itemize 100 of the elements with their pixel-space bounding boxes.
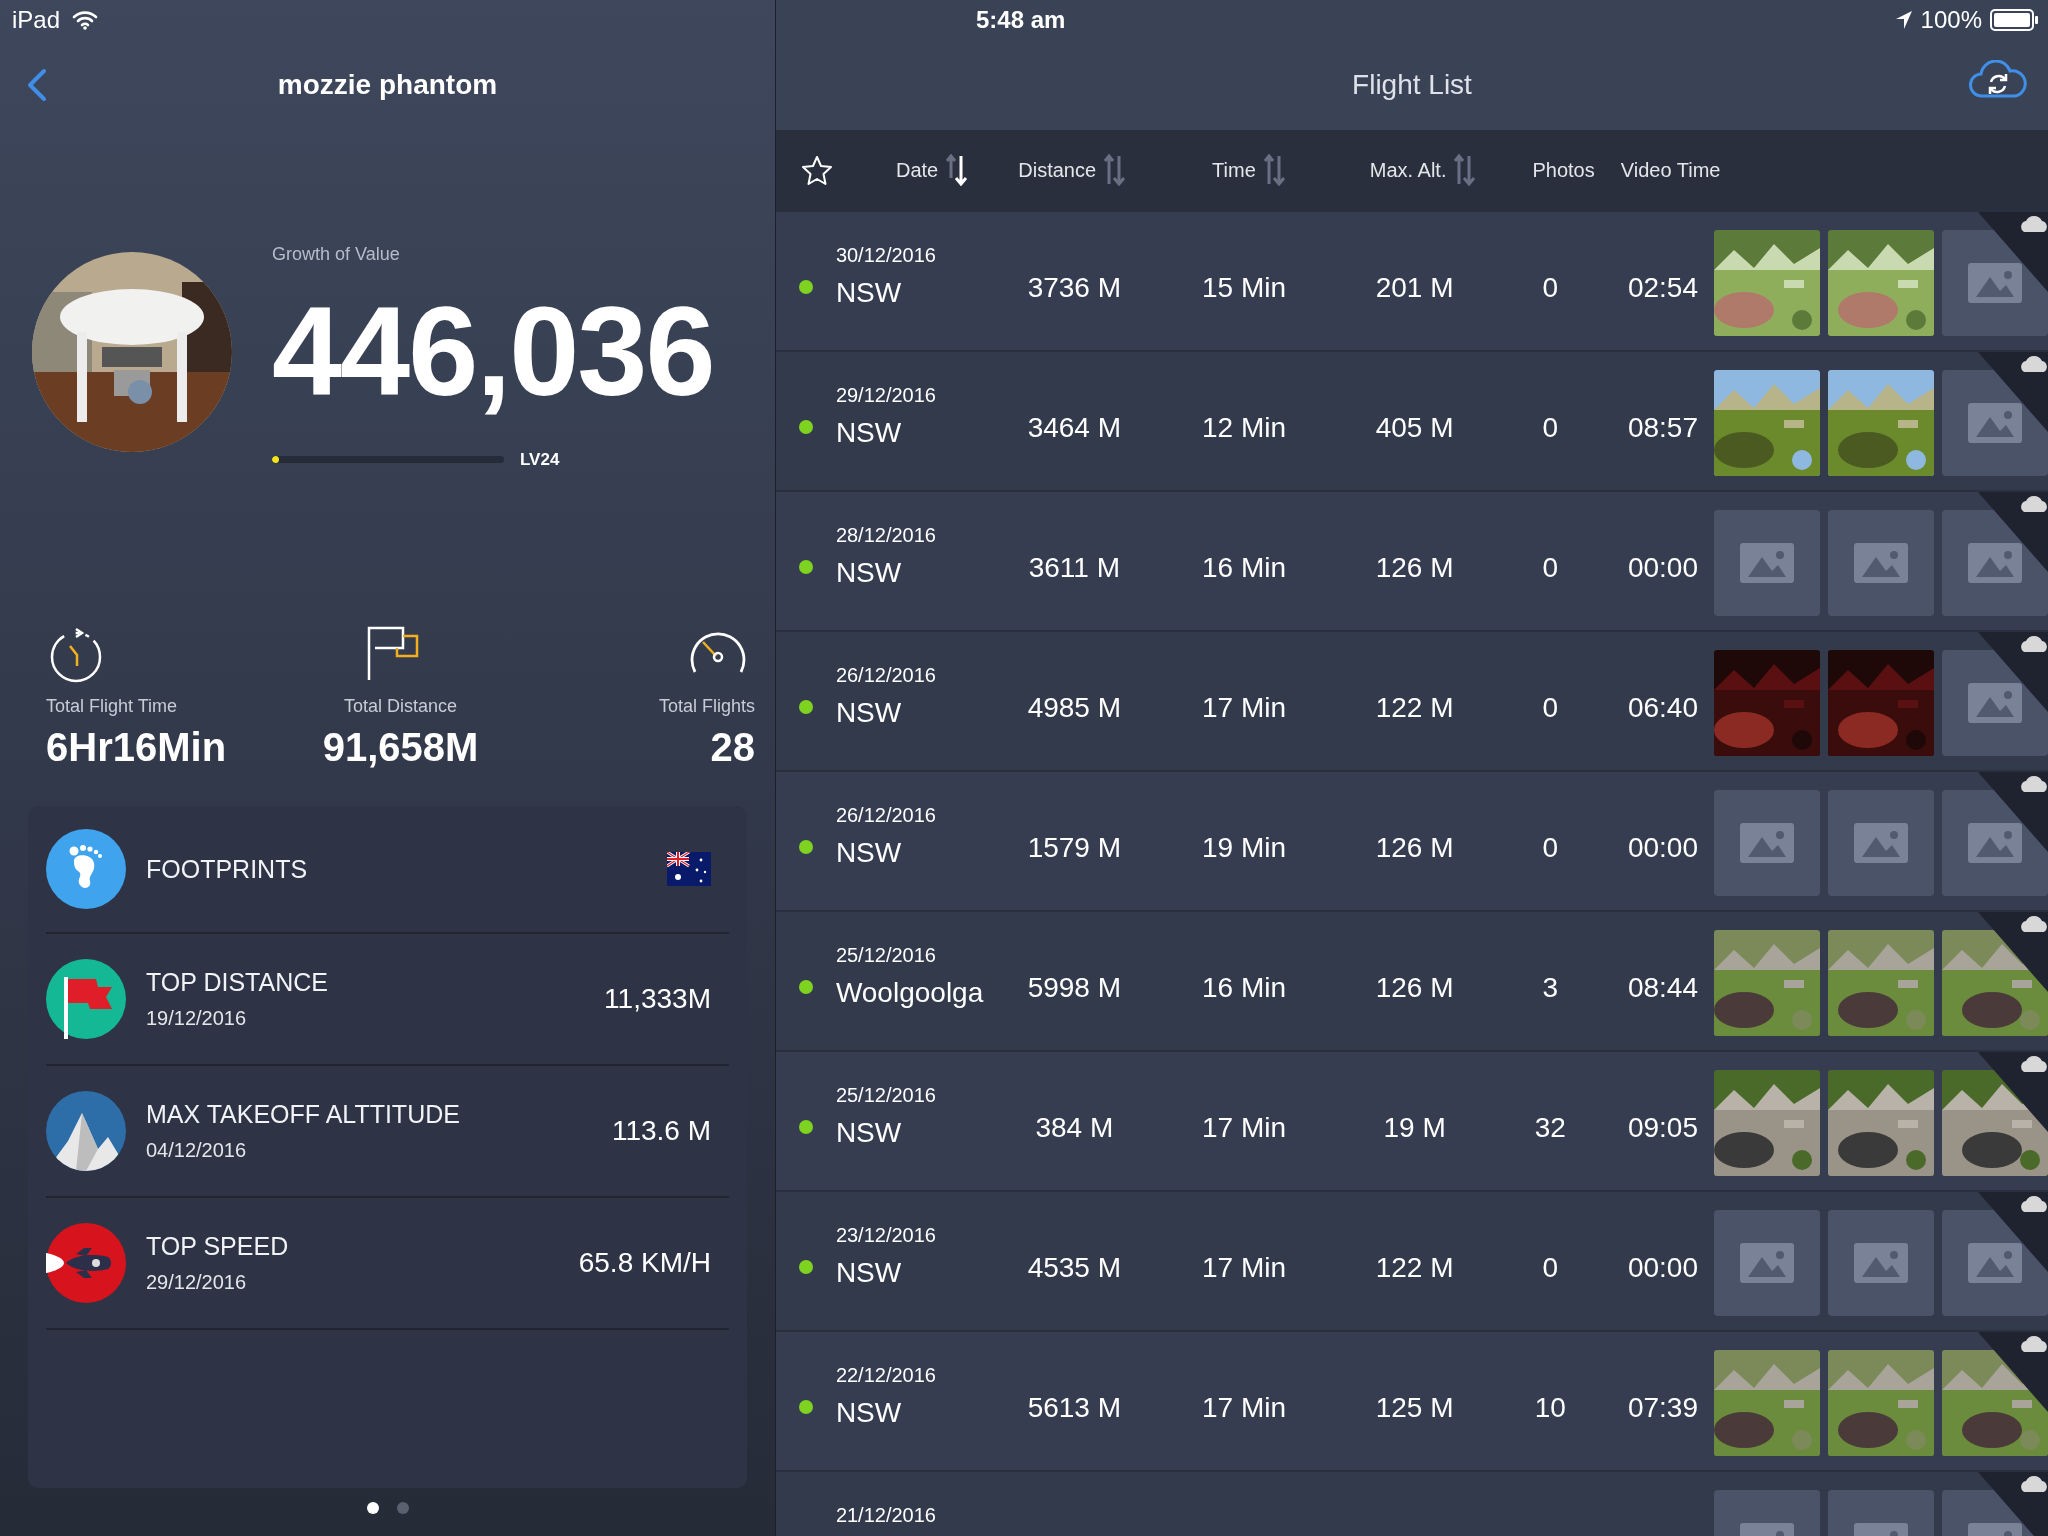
photo-count: 3 bbox=[1542, 972, 1559, 1004]
star-icon[interactable] bbox=[802, 155, 832, 185]
column-header[interactable]: Max. Alt. bbox=[1369, 158, 1447, 182]
distance-value: 3464 M bbox=[1027, 412, 1122, 444]
distance-value: 4985 M bbox=[1027, 692, 1122, 724]
photo-count: 0 bbox=[1542, 692, 1559, 724]
cloud-badge-icon bbox=[1978, 912, 2048, 992]
flight-row[interactable]: 21/12/2016 bbox=[776, 1470, 2048, 1536]
flight-date: 23/12/2016 bbox=[835, 1224, 937, 1247]
record-value: 113.6 M bbox=[611, 1115, 711, 1147]
video-time: 08:44 bbox=[1627, 972, 1698, 1004]
flight-date: 30/12/2016 bbox=[835, 244, 937, 267]
duration-value: 16 Min bbox=[1201, 972, 1286, 1004]
stat-value: 28 bbox=[710, 725, 755, 770]
distance-value: 1579 M bbox=[1027, 832, 1122, 864]
flight-location: NSW bbox=[835, 1117, 903, 1149]
video-time: 09:05 bbox=[1627, 1112, 1698, 1144]
cloud-badge-icon bbox=[1978, 1052, 2048, 1132]
image-icon bbox=[1854, 1243, 1908, 1283]
flag-icon bbox=[667, 852, 711, 886]
record-title: FOOTPRINTS bbox=[146, 854, 309, 884]
photo-count: 10 bbox=[1534, 1392, 1566, 1424]
photo-count: 0 bbox=[1542, 412, 1559, 444]
column-header[interactable]: Date bbox=[896, 158, 939, 182]
altitude-value: 201 M bbox=[1375, 272, 1454, 304]
footprint-icon bbox=[46, 829, 126, 909]
column-header[interactable]: Time bbox=[1212, 158, 1256, 182]
cloud-badge-icon bbox=[1978, 632, 2048, 712]
photo-count: 0 bbox=[1542, 1252, 1559, 1284]
column-header[interactable]: Distance bbox=[1018, 158, 1097, 182]
flight-row[interactable]: 26/12/2016 NSW 1579 M 19 Min 126 M 0 00:00 bbox=[776, 770, 2048, 910]
flight-row[interactable]: 26/12/2016 NSW 4985 M 17 Min 122 M 0 06:40 bbox=[776, 630, 2048, 770]
image-icon bbox=[1740, 1243, 1794, 1283]
video-time: 02:54 bbox=[1627, 272, 1698, 304]
record-title: TOP DISTANCE bbox=[146, 968, 329, 997]
video-time: 06:40 bbox=[1627, 692, 1698, 724]
duration-value: 16 Min bbox=[1201, 552, 1286, 584]
distance-value: 5998 M bbox=[1027, 972, 1122, 1004]
record-date: 04/12/2016 bbox=[146, 1139, 248, 1162]
column-header[interactable]: Photos bbox=[1532, 158, 1595, 182]
photo-count: 0 bbox=[1542, 832, 1559, 864]
flight-date: 25/12/2016 bbox=[835, 1084, 937, 1107]
column-header[interactable]: Video Time bbox=[1620, 158, 1721, 182]
flight-row[interactable]: 29/12/2016 NSW 3464 M 12 Min 405 M 0 08:57 bbox=[776, 350, 2048, 490]
flight-row[interactable]: 25/12/2016 Woolgoolga 5998 M 16 Min 126 M 3 08:44 bbox=[776, 910, 2048, 1050]
photo-count: 32 bbox=[1534, 1112, 1566, 1144]
screen-title: Flight List bbox=[1352, 69, 1472, 101]
flight-location: NSW bbox=[835, 837, 903, 869]
growth-label: Growth of Value bbox=[272, 244, 401, 265]
record-value: 11,333M bbox=[604, 983, 711, 1015]
level-label: LV24 bbox=[520, 449, 560, 470]
cloud-badge-icon bbox=[1978, 1332, 2048, 1412]
battery-icon bbox=[1990, 8, 2040, 32]
distance-value: 3736 M bbox=[1027, 272, 1122, 304]
duration-value: 17 Min bbox=[1201, 1112, 1286, 1144]
flight-row[interactable]: 22/12/2016 NSW 5613 M 17 Min 125 M 10 07:39 bbox=[776, 1330, 2048, 1470]
duration-value: 19 Min bbox=[1201, 832, 1286, 864]
record-date: 19/12/2016 bbox=[146, 1007, 248, 1030]
flight-row[interactable]: 30/12/2016 NSW 3736 M 15 Min 201 M 0 02:54 bbox=[776, 210, 2048, 350]
flight-location: NSW bbox=[835, 697, 903, 729]
duration-value: 17 Min bbox=[1201, 1252, 1286, 1284]
flight-location: NSW bbox=[835, 417, 903, 449]
cloud-badge-icon bbox=[1978, 1192, 2048, 1272]
flight-row[interactable]: 25/12/2016 NSW 384 M 17 Min 19 M 32 09:05 bbox=[776, 1050, 2048, 1190]
image-icon bbox=[1968, 403, 2022, 443]
page-dot[interactable] bbox=[366, 1502, 379, 1514]
altitude-value: 126 M bbox=[1375, 972, 1454, 1004]
cloud-badge-icon bbox=[1978, 492, 2048, 572]
duration-value: 17 Min bbox=[1201, 692, 1286, 724]
back-icon[interactable] bbox=[26, 68, 48, 102]
cloud-sync-icon[interactable] bbox=[1968, 60, 2028, 100]
altitude-value: 405 M bbox=[1375, 412, 1454, 444]
stat-value: 6Hr16Min bbox=[46, 725, 227, 770]
device-name: iPad bbox=[12, 6, 61, 34]
status-time: 5:48 am bbox=[976, 6, 1066, 34]
flight-location: NSW bbox=[835, 1257, 903, 1289]
image-icon bbox=[1854, 823, 1908, 863]
altitude-value: 19 M bbox=[1383, 1112, 1446, 1144]
image-icon bbox=[1968, 683, 2022, 723]
record-title: TOP SPEED bbox=[146, 1232, 290, 1261]
image-icon bbox=[1968, 823, 2022, 863]
flight-row[interactable]: 23/12/2016 NSW 4535 M 17 Min 122 M 0 00:00 bbox=[776, 1190, 2048, 1330]
altitude-value: 126 M bbox=[1375, 552, 1454, 584]
video-time: 00:00 bbox=[1627, 1252, 1698, 1284]
image-icon bbox=[1740, 823, 1794, 863]
duration-value: 15 Min bbox=[1201, 272, 1286, 304]
flight-location: Woolgoolga bbox=[835, 977, 985, 1009]
video-time: 00:00 bbox=[1627, 832, 1698, 864]
flight-location: NSW bbox=[835, 277, 903, 309]
flight-row[interactable]: 28/12/2016 NSW 3611 M 16 Min 126 M 0 00:00 bbox=[776, 490, 2048, 630]
record-value: 65.8 KM/H bbox=[578, 1247, 711, 1279]
record-date: 29/12/2016 bbox=[146, 1271, 248, 1294]
altitude-value: 122 M bbox=[1375, 692, 1454, 724]
altitude-value: 122 M bbox=[1375, 1252, 1454, 1284]
page-dot[interactable] bbox=[396, 1502, 409, 1514]
stat-label: Total Flight Time bbox=[46, 696, 178, 717]
cloud-badge-icon bbox=[1978, 1472, 2048, 1536]
flight-date: 25/12/2016 bbox=[835, 944, 937, 967]
location-arrow-icon bbox=[1894, 10, 1913, 30]
flight-location: NSW bbox=[835, 1397, 903, 1429]
